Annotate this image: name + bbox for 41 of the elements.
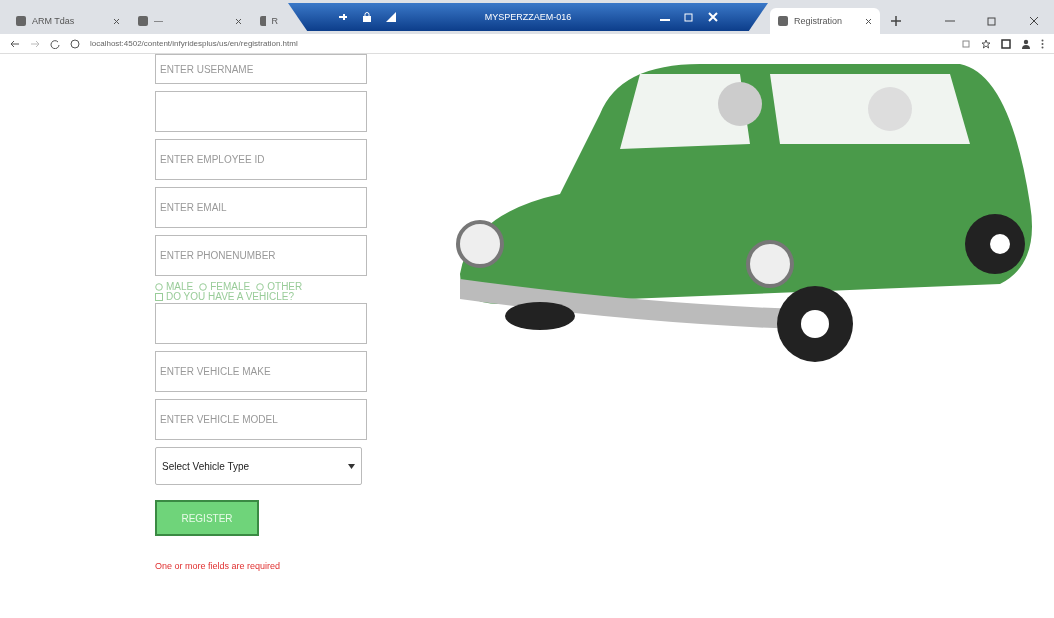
radio-button[interactable] bbox=[155, 282, 163, 291]
profile-icon[interactable] bbox=[1021, 38, 1031, 49]
remote-title: MYSPERZZAEM-016 bbox=[483, 12, 573, 22]
page-icon bbox=[778, 16, 788, 26]
reload-icon[interactable] bbox=[50, 38, 60, 49]
more-icon[interactable] bbox=[1041, 38, 1044, 49]
caret-icon bbox=[348, 463, 355, 469]
close-icon[interactable] bbox=[865, 17, 872, 25]
address-bar[interactable]: localhost:4502/content/infyridesplus/us/en/registration.html bbox=[90, 39, 951, 48]
input-field[interactable] bbox=[155, 91, 367, 132]
close-icon[interactable] bbox=[235, 17, 242, 25]
sidebar-icon[interactable] bbox=[1001, 38, 1011, 49]
input-field[interactable]: ENTER PHONENUMBER bbox=[155, 235, 367, 276]
checkbox-square bbox=[155, 292, 163, 301]
radio-button[interactable] bbox=[256, 282, 265, 291]
star-icon[interactable] bbox=[981, 38, 991, 49]
input-field[interactable]: ENTER EMPLOYEE ID bbox=[155, 139, 367, 180]
signal-icon bbox=[386, 12, 396, 22]
browser-tab[interactable]: ARM Tdas bbox=[8, 8, 128, 34]
vehicle-type-select[interactable]: Select Vehicle Type bbox=[155, 447, 362, 485]
info-icon[interactable] bbox=[70, 38, 80, 49]
restore-icon[interactable] bbox=[987, 16, 997, 26]
page-icon bbox=[138, 16, 148, 26]
browser-tab[interactable]: — bbox=[130, 8, 250, 34]
page-icon bbox=[260, 16, 266, 26]
username-field[interactable]: ENTER USERNAME bbox=[155, 54, 367, 84]
radio-button[interactable] bbox=[199, 282, 208, 291]
plus-icon[interactable] bbox=[890, 15, 902, 27]
close-icon[interactable] bbox=[1029, 16, 1039, 26]
pin-icon[interactable] bbox=[338, 12, 348, 22]
browser-tab[interactable]: Registration bbox=[770, 8, 880, 34]
input-field[interactable] bbox=[155, 303, 367, 344]
page-icon bbox=[16, 16, 26, 26]
browser-tab[interactable]: R bbox=[252, 8, 286, 34]
lock-icon bbox=[362, 12, 372, 22]
close-icon[interactable] bbox=[113, 17, 120, 25]
input-field[interactable]: ENTER EMAIL bbox=[155, 187, 367, 228]
input-field[interactable]: ENTER VEHICLE MODEL bbox=[155, 399, 367, 440]
back-arrow-icon[interactable] bbox=[10, 38, 20, 49]
error-message: One or more fields are required bbox=[155, 561, 282, 571]
input-field[interactable]: ENTER VEHICLE MAKE bbox=[155, 351, 367, 392]
